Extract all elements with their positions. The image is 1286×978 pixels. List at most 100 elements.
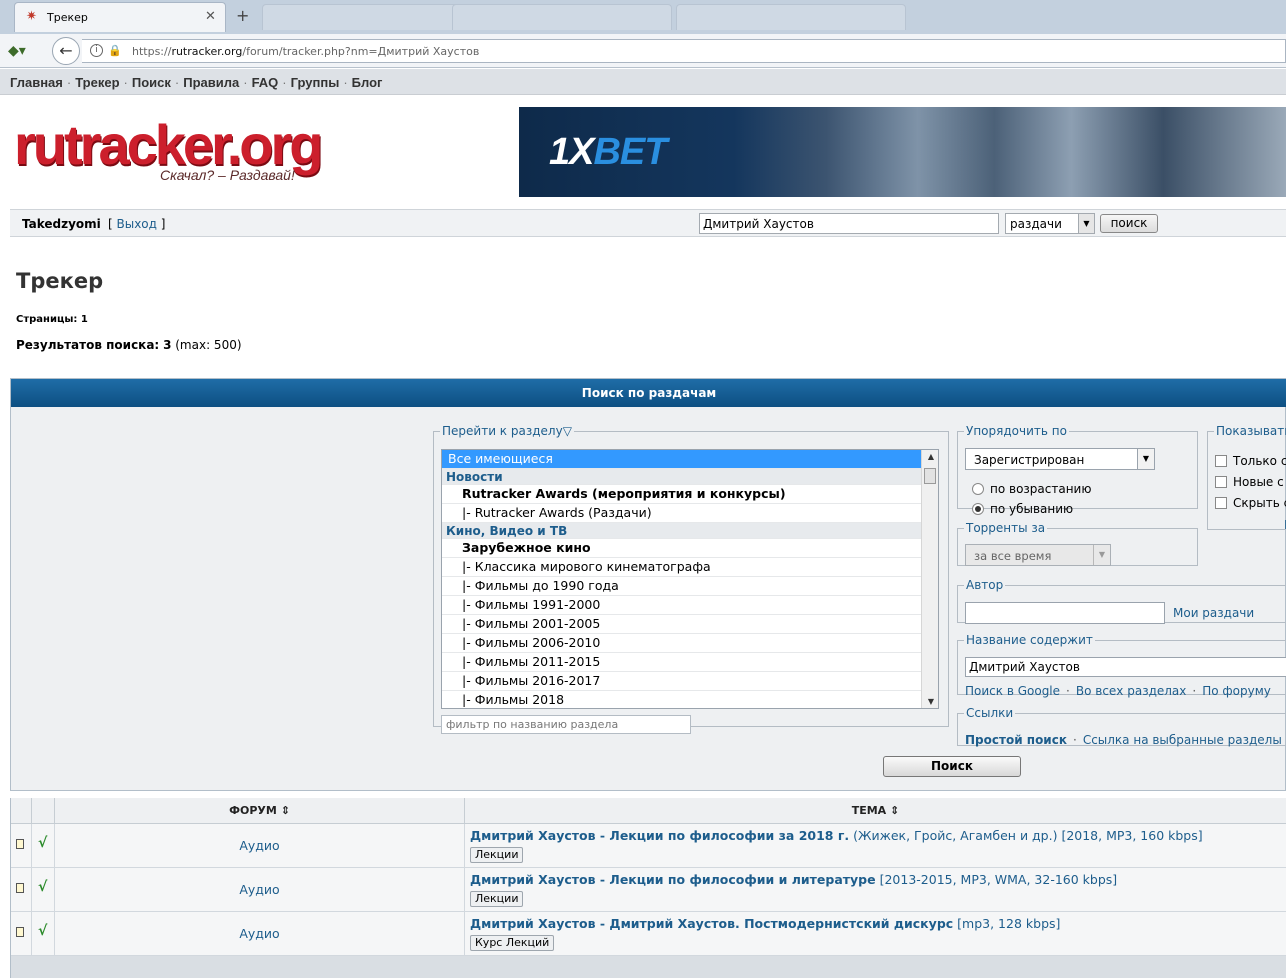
forum-fieldset: Перейти к разделу▽ Все имеющиеся Новости R… [433,424,949,734]
header-search-button[interactable]: поиск [1100,214,1158,233]
scroll-up-icon[interactable]: ▲ [928,452,934,461]
username[interactable]: Takedzyomi [22,217,101,231]
browser-tab-background[interactable] [262,4,462,30]
browser-menu-icon[interactable]: ◆▾ [8,43,26,59]
row-topic-cell: Дмитрий Хаустов - Лекции по философии за… [465,824,1286,867]
nav-separator: · [123,75,128,90]
nav-separator: · [243,75,248,90]
topic-link[interactable]: Дмитрий Хаустов - Дмитрий Хаустов. Постм… [470,916,953,931]
show-fieldset: Показывать Только с Новые с Скрыть с Е [1207,424,1286,532]
search-submit-button[interactable]: Поиск [883,756,1021,777]
forum-category[interactable]: Кино, Видео и ТВ [442,523,938,539]
forum-option[interactable]: |- Классика мирового кинематографа [442,558,938,577]
nav-link[interactable]: Группы [291,75,340,90]
url-text[interactable]: https://rutracker.org/forum/tracker.php?… [132,45,479,58]
new-tab-icon[interactable]: + [236,6,249,25]
forum-select-list[interactable]: Все имеющиеся Новости Rutracker Awards (ме… [441,449,939,709]
scrollbar-thumb[interactable] [924,468,936,484]
show-checkbox-3[interactable]: Скрыть с [1215,496,1286,510]
topic-tag[interactable]: Лекции [470,891,524,907]
table-row: √ Аудио Дмитрий Хаустов - Лекции по филосо… [11,824,1286,868]
scroll-down-icon[interactable]: ▼ [928,697,934,706]
order-asc-radio[interactable]: по возрастанию [972,482,1091,496]
forum-option[interactable]: |- Фильмы до 1990 года [442,577,938,596]
title-fieldset: Название содержит Дмитрий Хаустов Поиск … [957,633,1286,698]
forum-option[interactable]: Все имеющиеся [442,450,938,469]
forum-option[interactable]: |- Фильмы 2001-2005 [442,615,938,634]
forum-option[interactable]: |- Фильмы 2011-2015 [442,653,938,672]
nav-link[interactable]: Главная [10,75,63,90]
address-bar[interactable]: i 🔒 https://rutracker.org/forum/tracker.… [82,39,1286,63]
show-checkbox-1[interactable]: Только с [1215,454,1286,468]
sort-icon: ⇕ [280,804,290,817]
col-status-header [32,798,55,824]
site-logo[interactable]: rutracker.org Скачал? – Раздавай! [14,112,336,192]
selected-sections-link[interactable]: Ссылка на выбранные разделы [1083,733,1282,747]
forum-legend[interactable]: Перейти к разделу▽ [440,424,574,438]
page-number[interactable]: 1 [81,314,88,325]
my-releases-link[interactable]: Мои раздачи [1173,606,1254,620]
info-icon[interactable]: i [90,44,103,57]
header-search-input[interactable]: Дмитрий Хаустов [699,213,999,234]
col-topic-header[interactable]: ТЕМА ⇕ [465,798,1286,824]
filter-triangle-icon[interactable]: ▽ [563,424,572,438]
nav-separator: · [343,75,348,90]
row-forum-cell: Аудио [55,868,465,911]
google-search-link[interactable]: Поиск в Google [965,684,1060,698]
ad-banner[interactable]: 1XBET [519,107,1286,197]
tab-close-icon[interactable]: ✕ [205,9,216,24]
forum-search-link[interactable]: По форуму [1202,684,1271,698]
chevron-down-icon: ▼ [1078,214,1094,233]
back-arrow-icon[interactable]: ← [52,37,80,65]
forum-option[interactable]: |- Фильмы 2018 [442,691,938,708]
nav-link[interactable]: Блог [352,75,383,90]
topic-tag[interactable]: Лекции [470,847,524,863]
forum-link[interactable]: Аудио [55,838,464,853]
simple-search-link[interactable]: Простой поиск [965,733,1067,747]
topic-link[interactable]: Дмитрий Хаустов - Лекции по философии за… [470,828,849,843]
forum-option[interactable]: |- Rutracker Awards (Раздачи) [442,504,938,523]
topic-meta: (Жижек, Гройс, Агамбен и др.) [2018, MP3… [853,828,1203,843]
rutracker-favicon-icon: ✷ [26,9,37,24]
browser-tab-background[interactable] [676,4,906,30]
topic: Дмитрий Хаустов - Дмитрий Хаустов. Постм… [470,916,1060,931]
lock-icon: 🔒 [108,44,122,57]
browser-tab-bar: ✷ Трекер ✕ + [0,0,1286,34]
scrollbar[interactable]: ▲ ▼ [921,450,938,708]
logo-slogan: Скачал? – Раздавай! [160,167,295,183]
nav-link[interactable]: FAQ [252,75,279,90]
search-scope-select[interactable]: раздачи ▼ [1005,213,1095,234]
forum-link[interactable]: Аудио [55,882,464,897]
col-forum-header[interactable]: ФОРУМ ⇕ [55,798,465,824]
forum-option[interactable]: Зарубежное кино [442,539,938,558]
show-checkbox-2[interactable]: Новые с [1215,475,1284,489]
banner-brand: 1XBET [549,131,667,173]
period-select[interactable]: за все время ▼ [965,544,1111,566]
forum-option[interactable]: Rutracker Awards (мероприятия и конкурсы… [442,485,938,504]
order-desc-radio[interactable]: по убыванию [972,502,1073,516]
site-nav-links: Главная · Трекер · Поиск · Правила · FAQ · Группы ·… [10,75,382,90]
author-input[interactable] [965,602,1165,624]
nav-link[interactable]: Правила [183,75,239,90]
topic-link[interactable]: Дмитрий Хаустов - Лекции по философии и … [470,872,876,887]
title-input[interactable]: Дмитрий Хаустов [965,657,1286,677]
tab-title: Трекер [47,11,88,24]
nav-link[interactable]: Трекер [75,75,119,90]
nav-separator: · [282,75,287,90]
links-legend: Ссылки [966,706,1014,720]
browser-tab-active[interactable]: ✷ Трекер ✕ [14,2,226,32]
file-icon [16,927,24,937]
links-row: Простой поиск · Ссылка на выбранные раздел… [965,733,1282,747]
topic-tag[interactable]: Курс Лекций [470,935,555,951]
forum-category[interactable]: Новости [442,469,938,485]
logout-link[interactable]: Выход [117,217,157,231]
all-sections-link[interactable]: Во всех разделах [1076,684,1187,698]
nav-link[interactable]: Поиск [132,75,171,90]
forum-link[interactable]: Аудио [55,926,464,941]
browser-tab-background[interactable] [452,4,672,30]
order-select[interactable]: Зарегистрирован ▼ [965,448,1155,470]
forum-option[interactable]: |- Фильмы 2016-2017 [442,672,938,691]
forum-option[interactable]: |- Фильмы 1991-2000 [442,596,938,615]
forum-filter-input[interactable]: фильтр по названию раздела [441,715,691,734]
forum-option[interactable]: |- Фильмы 2006-2010 [442,634,938,653]
